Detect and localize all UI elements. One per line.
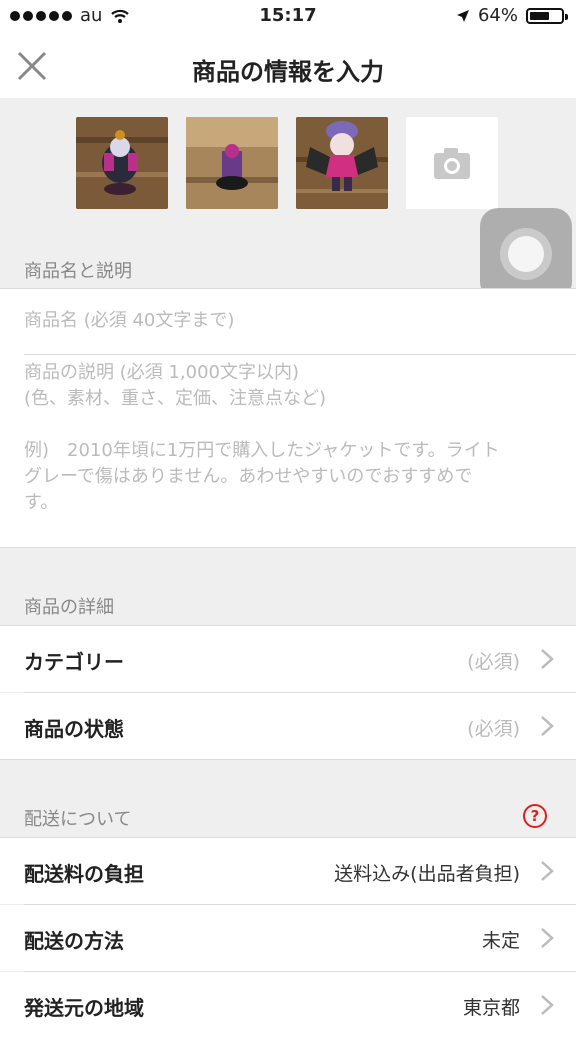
section-title: 商品名と説明 [24, 261, 132, 282]
row-label: 配送の方法 [24, 929, 124, 953]
shipping-origin-row[interactable]: 発送元の地域 東京都 [0, 972, 576, 1038]
section-header-details: 商品の詳細 [0, 548, 576, 625]
description-example: グレーで傷はありません。あわせやすいのでおすすめで [24, 466, 473, 487]
location-arrow-icon [456, 9, 469, 22]
svg-text:?: ? [531, 807, 540, 825]
chevron-right-icon [541, 861, 554, 881]
page-title: 商品の情報を入力 [192, 58, 384, 86]
row-label: カテゴリー [24, 650, 124, 674]
condition-row[interactable]: 商品の状態 (必須) [0, 693, 576, 759]
photo-thumbnail-2[interactable] [186, 117, 278, 209]
add-photo-button[interactable] [406, 117, 498, 209]
shipping-method-row[interactable]: 配送の方法 未定 [0, 905, 576, 971]
section-title: 配送について [24, 809, 132, 830]
status-bar: au 15:17 64% [0, 0, 576, 34]
camera-icon [434, 148, 470, 179]
description-example: す。 [24, 492, 59, 513]
chevron-right-icon [541, 716, 554, 736]
photo-thumbnail-3[interactable] [296, 117, 388, 209]
category-row[interactable]: カテゴリー (必須) [0, 626, 576, 692]
row-value: 未定 [481, 930, 520, 952]
section-header-shipping: 配送について ? [0, 760, 576, 837]
battery-icon [526, 7, 568, 24]
chevron-right-icon [541, 995, 554, 1015]
section-title: 商品の詳細 [24, 597, 114, 618]
battery-percent: 64% [477, 5, 518, 26]
description-placeholder: 商品の説明 (必須 1,000文字以内) [24, 362, 300, 383]
battery-fill [530, 11, 549, 20]
section-header-name-desc: 商品名と説明 [0, 230, 576, 288]
row-label: 商品の状態 [24, 717, 124, 741]
description-placeholder: (色、素材、重さ、定価、注意点など) [24, 388, 327, 409]
name-desc-block: 商品名 (必須 40文字まで) 商品の説明 (必須 1,000文字以内) (色、… [0, 289, 576, 547]
description-example: 例) 2010年頃に1万円で購入したジャケットです。ライト [24, 440, 500, 461]
help-icon[interactable]: ? [522, 803, 548, 829]
row-value: 送料込み(出品者負担) [334, 863, 520, 885]
row-value: (必須) [467, 651, 520, 673]
shipping-fee-row[interactable]: 配送料の負担 送料込み(出品者負担) [0, 838, 576, 904]
row-value: (必須) [467, 718, 520, 740]
item-name-input[interactable]: 商品名 (必須 40文字まで) [24, 308, 234, 334]
chevron-right-icon [541, 649, 554, 669]
status-right: 64% [456, 5, 568, 26]
row-label: 配送料の負担 [24, 862, 144, 886]
item-description-input[interactable]: 商品の説明 (必須 1,000文字以内) (色、素材、重さ、定価、注意点など) … [0, 355, 576, 547]
chevron-right-icon [541, 928, 554, 948]
nav-bar: 商品の情報を入力 [0, 34, 576, 98]
row-label: 発送元の地域 [24, 996, 144, 1020]
row-value: 東京都 [462, 997, 520, 1019]
photo-thumbnail-1[interactable] [76, 117, 168, 209]
